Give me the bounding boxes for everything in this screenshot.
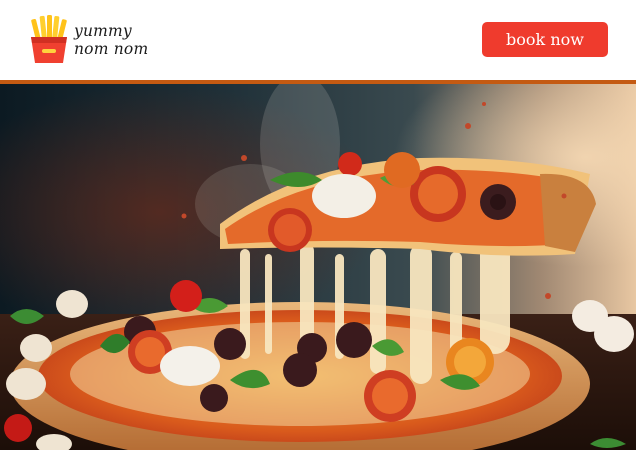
brand-line-2: nom nom bbox=[74, 40, 149, 58]
pizza-photo bbox=[0, 84, 636, 450]
french-fries-icon bbox=[31, 15, 67, 63]
brand-line-1: yummy bbox=[74, 22, 132, 40]
site-header: yummy nom nom book now bbox=[0, 0, 636, 80]
brand-name: yummy nom nom bbox=[74, 22, 148, 58]
hero-banner bbox=[0, 84, 636, 450]
book-now-button[interactable]: book now bbox=[482, 22, 608, 57]
brand-logo[interactable]: yummy nom nom bbox=[26, 14, 148, 66]
